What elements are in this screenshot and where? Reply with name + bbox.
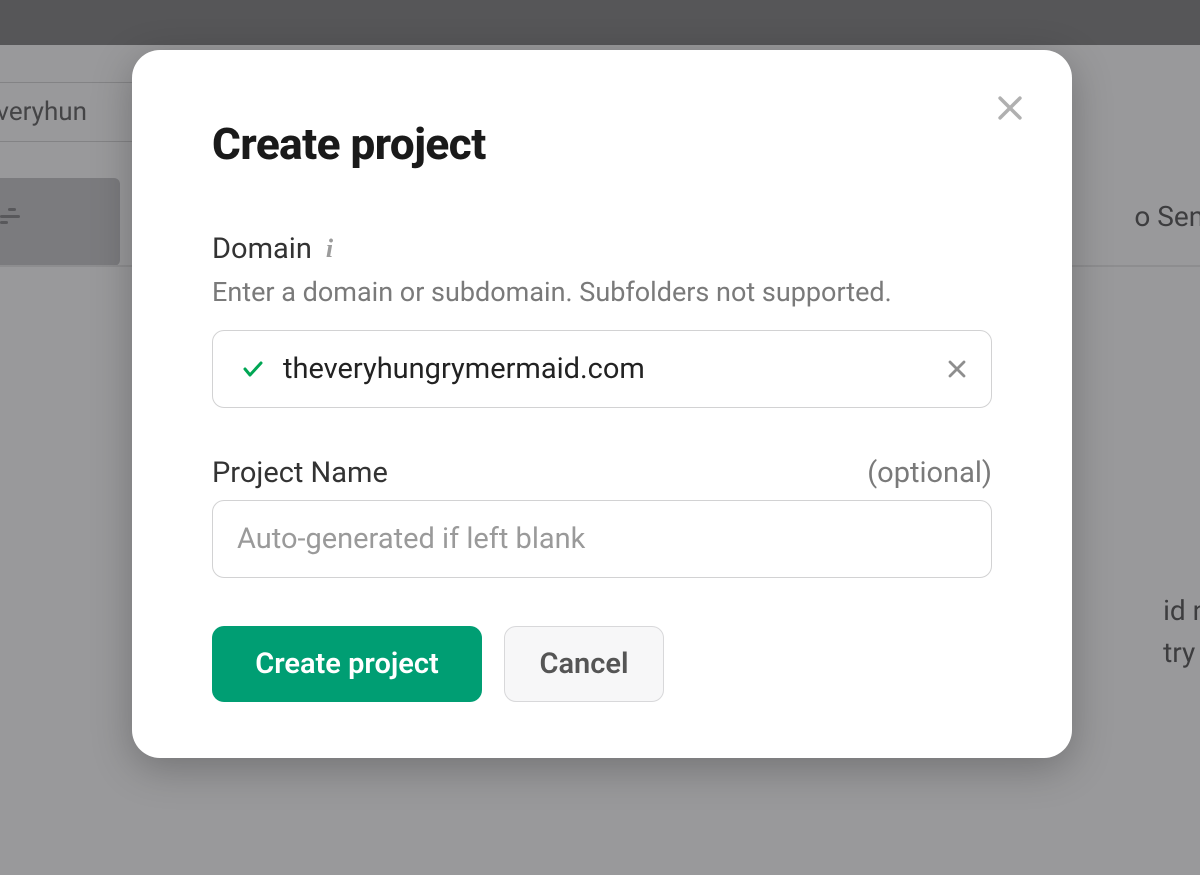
modal-button-row: Create project Cancel	[212, 626, 992, 702]
modal-title: Create project	[212, 118, 992, 170]
info-icon[interactable]: i	[326, 236, 333, 262]
project-name-label-text: Project Name	[212, 456, 388, 490]
create-project-button[interactable]: Create project	[212, 626, 482, 702]
domain-label-text: Domain	[212, 232, 312, 266]
clear-domain-button[interactable]	[945, 357, 969, 381]
optional-label: (optional)	[867, 456, 992, 490]
cancel-button[interactable]: Cancel	[504, 626, 664, 702]
project-name-field-group: Project Name (optional)	[212, 456, 992, 578]
project-name-label: Project Name	[212, 456, 388, 490]
project-name-label-row: Project Name (optional)	[212, 456, 992, 490]
domain-label-row: Domain i	[212, 232, 992, 266]
check-icon	[241, 357, 265, 381]
domain-hint: Enter a domain or subdomain. Subfolders …	[212, 276, 992, 308]
close-button[interactable]	[988, 86, 1032, 130]
domain-field-group: Domain i Enter a domain or subdomain. Su…	[212, 232, 992, 408]
domain-label: Domain i	[212, 232, 333, 266]
create-project-modal: Create project Domain i Enter a domain o…	[132, 50, 1072, 758]
x-icon	[945, 357, 969, 381]
project-name-input[interactable]	[212, 500, 992, 578]
domain-input[interactable]	[283, 352, 931, 386]
domain-input-wrap	[212, 330, 992, 408]
close-icon	[993, 91, 1027, 125]
